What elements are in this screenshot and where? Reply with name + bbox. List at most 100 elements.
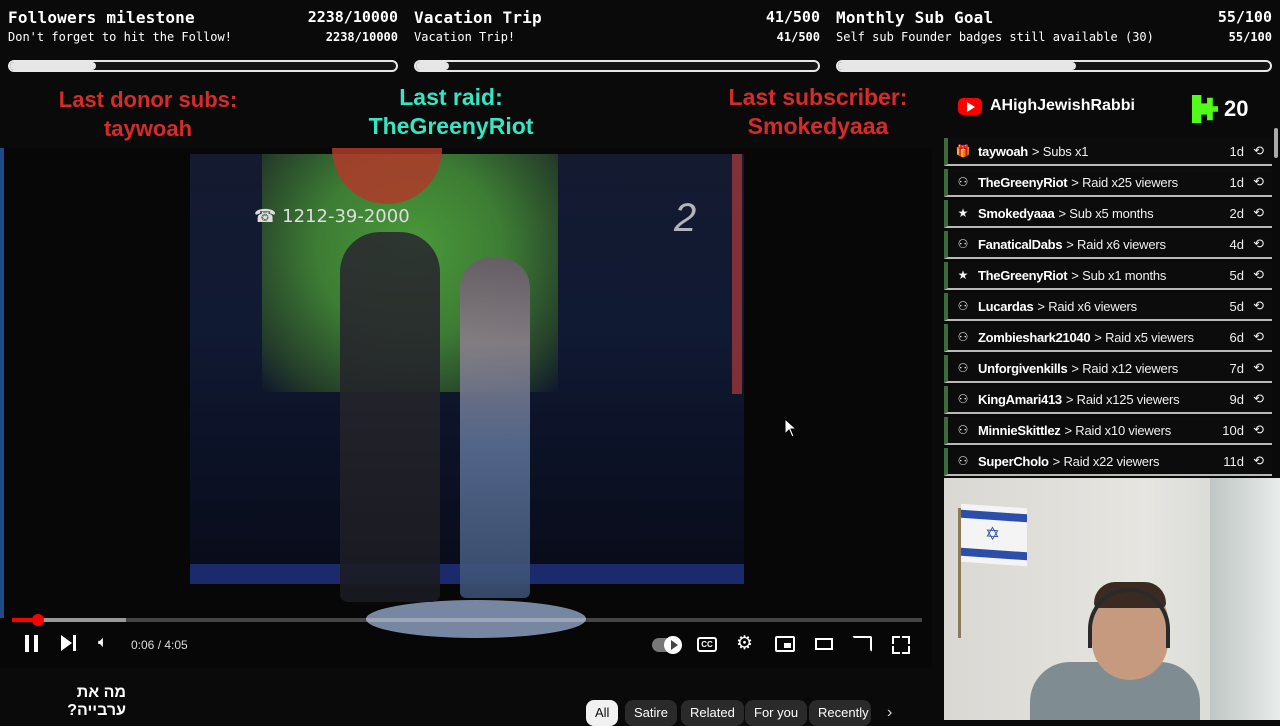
replay-icon[interactable]: ⟲ — [1253, 267, 1264, 283]
cam-window-light — [1210, 478, 1280, 720]
last-subscriber-label: Last subscriber: — [728, 84, 908, 110]
miniplayer-icon[interactable] — [775, 636, 795, 652]
event-time: 6d — [1229, 330, 1244, 345]
event-time: 11d — [1223, 454, 1244, 469]
replay-icon[interactable]: ⟲ — [1253, 360, 1264, 376]
replay-icon[interactable]: ⟲ — [1253, 329, 1264, 345]
event-action: > Raid x125 viewers — [1065, 391, 1180, 407]
goal-count: 41/500 — [765, 8, 820, 26]
chevron-right-icon[interactable]: › — [887, 704, 892, 722]
event-row: ⚇ KingAmari413 > Raid x125 viewers 9d ⟲ — [944, 386, 1272, 414]
event-time: 5d — [1229, 268, 1244, 283]
event-user: Unforgivenkills — [978, 360, 1068, 376]
seek-bar[interactable] — [12, 614, 922, 626]
goal-title: Vacation Trip — [414, 8, 542, 27]
raid-icon: ⚇ — [957, 392, 969, 406]
event-action: > Raid x6 viewers — [1066, 236, 1166, 252]
event-time: 4d — [1229, 237, 1244, 252]
performer-right — [460, 258, 530, 598]
replay-icon[interactable]: ⟲ — [1253, 422, 1264, 438]
time-display: 0:06 / 4:05 — [131, 638, 188, 652]
replay-icon[interactable]: ⟲ — [1253, 205, 1264, 221]
fullscreen-icon[interactable] — [892, 636, 910, 654]
youtube-channel-name: AHighJewishRabbi — [990, 97, 1135, 114]
last-donor-name: taywoah — [103, 116, 193, 141]
replay-icon[interactable]: ⟲ — [1253, 174, 1264, 190]
events-scrollbar[interactable] — [1274, 128, 1278, 158]
kick-count: 20 — [1224, 96, 1249, 121]
goal-subcount: 2238/10000 — [325, 30, 398, 44]
subtitles-icon[interactable]: CC — [697, 637, 717, 652]
next-icon[interactable] — [61, 635, 77, 653]
event-action: > Raid x12 viewers — [1071, 360, 1179, 376]
event-action: > Subs x1 — [1031, 143, 1089, 159]
event-user: MinnieSkittlez — [978, 422, 1061, 438]
pause-icon[interactable] — [24, 635, 40, 653]
goal-monthly-sub: Monthly Sub Goal 55/100 Self sub Founder… — [836, 6, 1272, 76]
event-user: TheGreenyRiot — [978, 267, 1068, 283]
chip-satire[interactable]: Satire — [625, 700, 677, 726]
replay-icon[interactable]: ⟲ — [1253, 298, 1264, 314]
chip-related[interactable]: Related — [681, 700, 744, 726]
raid-icon: ⚇ — [957, 237, 969, 251]
video-frame: ☎ 1212-39-2000 2 — [190, 148, 744, 638]
seek-handle[interactable] — [32, 614, 44, 626]
event-user: SuperCholo — [978, 453, 1049, 469]
last-subscriber-alert: Last subscriber: Smokedyaaa — [702, 83, 934, 141]
settings-gear-icon[interactable]: ⚙ — [736, 632, 753, 655]
volume-icon[interactable]: 🔈︎ — [98, 634, 108, 652]
israel-flag: ✡ — [961, 503, 1027, 567]
video-title: מה את ערבייה? — [67, 684, 126, 719]
video-player[interactable]: ☎ 1212-39-2000 2 🔈︎ 0:06 / 4:05 CC ⚙ — [0, 148, 932, 668]
replay-icon[interactable]: ⟲ — [1253, 391, 1264, 407]
replay-icon[interactable]: ⟲ — [1253, 236, 1264, 252]
event-time: 9d — [1229, 392, 1244, 407]
event-row: 🎁 taywoah > Subs x1 1d ⟲ — [944, 138, 1272, 166]
raid-icon: ⚇ — [957, 423, 969, 437]
raid-icon: ⚇ — [957, 361, 969, 375]
performer-left — [340, 232, 440, 602]
chip-all[interactable]: All — [586, 700, 619, 726]
youtube-icon — [958, 97, 982, 115]
event-action: > Raid x6 viewers — [1037, 298, 1137, 314]
youtube-channel: AHighJewishRabbi — [958, 94, 1135, 118]
chip-for-you[interactable]: For you — [745, 700, 808, 726]
event-row: ⚇ MinnieSkittlez > Raid x10 viewers 10d ⟲ — [944, 417, 1272, 445]
raid-icon: ⚇ — [957, 175, 969, 189]
event-user: FanaticalDabs — [978, 236, 1063, 252]
goal-title: Monthly Sub Goal — [836, 8, 994, 27]
event-user: Zombieshark21040 — [978, 329, 1091, 345]
replay-icon[interactable]: ⟲ — [1253, 143, 1264, 159]
event-action: > Sub x1 months — [1071, 267, 1167, 283]
autoplay-toggle[interactable] — [652, 636, 682, 654]
chip-recently[interactable]: Recently — [809, 700, 871, 726]
goal-progress-bar — [414, 60, 820, 72]
recent-events-list: 🎁 taywoah > Subs x1 1d ⟲ ⚇ TheGreenyRiot > Rai… — [944, 136, 1276, 476]
theater-mode-icon[interactable] — [815, 638, 833, 650]
replay-icon[interactable]: ⟲ — [1253, 453, 1264, 469]
goal-subtitle: Vacation Trip! — [414, 30, 516, 44]
event-user: Smokedyaaa — [978, 205, 1055, 221]
event-user: TheGreenyRiot — [978, 174, 1068, 190]
cast-icon[interactable] — [852, 636, 872, 652]
event-user: Lucardas — [978, 298, 1034, 314]
event-row: ⚇ Lucardas > Raid x6 viewers 5d ⟲ — [944, 293, 1272, 321]
event-row: ⚇ Zombieshark21040 > Raid x5 viewers 6d ⟲ — [944, 324, 1272, 352]
last-donor-alert: Last donor subs: taywoah — [40, 85, 256, 143]
event-action: > Raid x25 viewers — [1071, 174, 1178, 190]
event-row: ⚇ Unforgivenkills > Raid x12 viewers 7d ⟲ — [944, 355, 1272, 383]
channel-2-logo: 2 — [674, 196, 697, 240]
event-user: taywoah — [978, 143, 1028, 159]
event-row: ★ Smokedyaaa > Sub x5 months 2d ⟲ — [944, 200, 1272, 228]
overlay-phone-number: ☎ 1212-39-2000 — [254, 206, 410, 227]
goal-title: Followers milestone — [8, 8, 195, 27]
goal-progress-bar — [8, 60, 398, 72]
goal-followers: Followers milestone 2238/10000 Don't for… — [8, 6, 398, 76]
event-time: 2d — [1229, 206, 1244, 221]
star-icon: ★ — [957, 206, 969, 220]
event-action: > Raid x10 viewers — [1064, 422, 1172, 438]
event-user: KingAmari413 — [978, 391, 1062, 407]
video-left-border — [0, 148, 4, 618]
goal-progress-fill — [416, 62, 449, 70]
event-row: ★ TheGreenyRiot > Sub x1 months 5d ⟲ — [944, 262, 1272, 290]
